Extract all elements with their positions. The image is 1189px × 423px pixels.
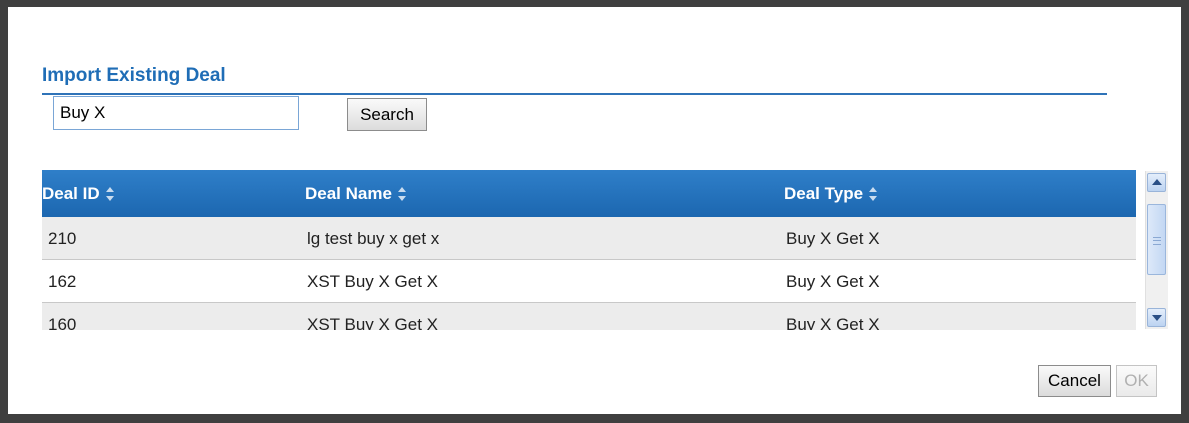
deal-type-cell: Buy X Get X [786, 315, 880, 330]
deal-type-cell: Buy X Get X [786, 229, 880, 248]
deal-id-cell: 160 [48, 315, 77, 330]
cancel-button[interactable]: Cancel [1038, 365, 1111, 397]
column-header-deal-type[interactable]: Deal Type [784, 170, 878, 217]
deal-name-cell: lg test buy x get x [307, 229, 440, 248]
table-row[interactable]: 162 XST Buy X Get X Buy X Get X [42, 260, 1136, 303]
table-row[interactable]: 210 lg test buy x get x Buy X Get X [42, 217, 1136, 260]
sort-icon [105, 185, 115, 203]
title-divider [42, 93, 1107, 95]
table-scrollbar[interactable] [1145, 171, 1168, 329]
sort-icon [868, 185, 878, 203]
column-header-deal-name[interactable]: Deal Name [305, 170, 407, 217]
column-header-label: Deal Name [305, 184, 392, 203]
column-header-label: Deal Type [784, 184, 864, 203]
dialog-title: Import Existing Deal [42, 65, 226, 86]
sort-icon [397, 185, 407, 203]
column-header-deal-id[interactable]: Deal ID [42, 170, 115, 217]
column-header-label: Deal ID [42, 184, 100, 203]
deal-type-cell: Buy X Get X [786, 272, 880, 291]
table-header: Deal ID Deal Name Deal Type [42, 170, 1136, 217]
deals-table: Deal ID Deal Name Deal Type 210 lg test … [42, 170, 1137, 330]
scroll-down-icon[interactable] [1147, 308, 1166, 327]
grip-icon [1153, 237, 1161, 245]
ok-button[interactable]: OK [1116, 365, 1157, 397]
search-input[interactable] [53, 96, 299, 130]
deal-id-cell: 210 [48, 229, 77, 248]
scroll-up-icon[interactable] [1147, 173, 1166, 192]
scrollbar-thumb[interactable] [1147, 204, 1166, 275]
deal-name-cell: XST Buy X Get X [307, 272, 439, 291]
search-button[interactable]: Search [347, 98, 427, 131]
deal-id-cell: 162 [48, 272, 77, 291]
import-deal-dialog: Import Existing Deal Search Deal ID Deal… [8, 7, 1181, 414]
deal-name-cell: XST Buy X Get X [307, 315, 439, 330]
table-row[interactable]: 160 XST Buy X Get X Buy X Get X [42, 303, 1136, 330]
